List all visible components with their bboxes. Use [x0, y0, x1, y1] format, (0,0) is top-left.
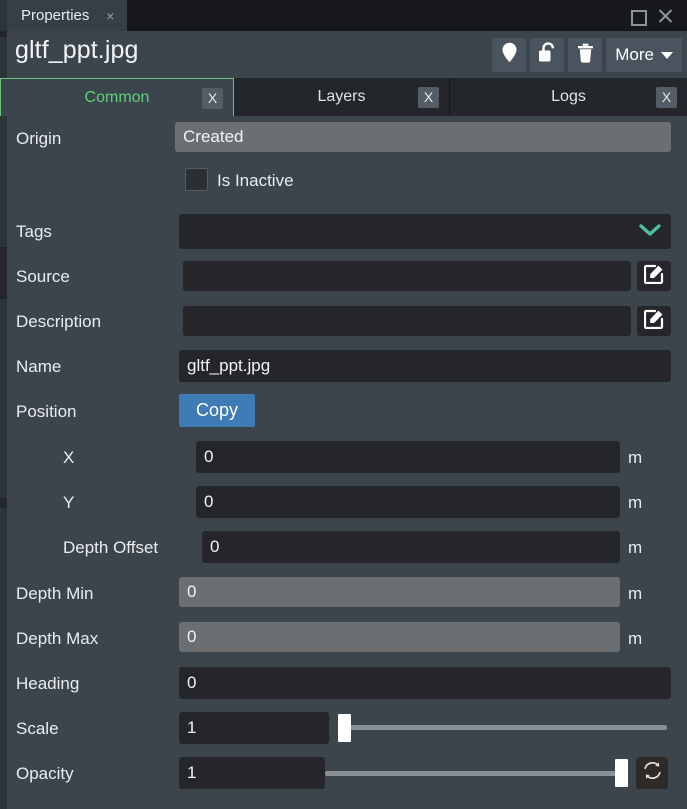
description-edit-button[interactable]	[637, 306, 671, 336]
chevron-down-icon	[639, 222, 661, 242]
trash-icon	[577, 43, 594, 68]
chevron-down-icon	[661, 51, 673, 59]
tab-common-close-icon[interactable]: X	[202, 88, 223, 109]
position-label: Position	[16, 402, 77, 421]
x-label: X	[63, 448, 75, 467]
edit-icon	[643, 309, 664, 334]
properties-panel: Properties × gltf_ppt.jpg More Common X …	[0, 0, 687, 809]
edit-icon	[643, 264, 664, 289]
common-tab-content: Origin Created Is Inactive Tags Source D…	[7, 116, 687, 809]
background-window-sliver	[0, 0, 7, 809]
depth-max-value: 0	[179, 622, 620, 652]
unlock-icon	[538, 42, 557, 68]
panel-header: gltf_ppt.jpg More	[7, 31, 687, 78]
tab-common-label: Common	[84, 88, 150, 106]
opacity-slider-track[interactable]	[325, 771, 627, 776]
depth-offset-label: Depth Offset	[63, 538, 159, 557]
tags-select[interactable]	[179, 214, 671, 249]
y-label: Y	[63, 493, 75, 512]
tab-layers[interactable]: Layers X	[234, 78, 450, 116]
tab-layers-close-icon[interactable]: X	[418, 87, 439, 108]
heading-label: Heading	[16, 674, 80, 693]
unlock-button[interactable]	[530, 38, 565, 72]
depth-min-value: 0	[179, 577, 620, 607]
page-title: gltf_ppt.jpg	[15, 36, 139, 64]
tab-strip: Common X Layers X Logs X	[0, 78, 687, 116]
origin-label: Origin	[16, 129, 62, 148]
window-tab-label: Properties	[21, 7, 90, 24]
window-titlebar: Properties ×	[7, 0, 687, 31]
opacity-label: Opacity	[16, 764, 74, 783]
is-inactive-checkbox[interactable]	[185, 168, 208, 191]
scale-input[interactable]: 1	[179, 712, 329, 744]
tab-logs-label: Logs	[551, 88, 586, 105]
source-edit-button[interactable]	[637, 261, 671, 291]
tab-logs[interactable]: Logs X	[450, 78, 687, 116]
opacity-reset-button[interactable]	[636, 757, 668, 789]
name-label: Name	[16, 357, 62, 376]
window-controls	[629, 0, 683, 31]
scale-slider-track[interactable]	[341, 725, 667, 730]
depth-offset-input[interactable]: 0	[202, 531, 620, 563]
delete-button[interactable]	[568, 38, 603, 72]
x-unit: m	[628, 448, 643, 467]
header-toolbar: More	[492, 38, 682, 72]
y-unit: m	[628, 493, 643, 512]
more-button[interactable]: More	[606, 38, 682, 72]
source-input[interactable]	[183, 261, 631, 291]
heading-input[interactable]: 0	[179, 667, 671, 699]
depth-min-label: Depth Min	[16, 584, 94, 603]
window-tab-close-icon[interactable]: ×	[103, 9, 117, 23]
depth-max-label: Depth Max	[16, 629, 99, 648]
scale-label: Scale	[16, 719, 59, 738]
tab-layers-label: Layers	[317, 88, 366, 105]
x-input[interactable]: 0	[196, 441, 620, 473]
description-label: Description	[16, 312, 102, 331]
scale-slider-handle[interactable]	[338, 714, 351, 742]
maximize-icon[interactable]	[629, 8, 647, 26]
depth-min-unit: m	[628, 584, 643, 603]
depth-max-unit: m	[628, 629, 643, 648]
description-input[interactable]	[183, 306, 631, 336]
more-button-label: More	[615, 45, 654, 64]
copy-button[interactable]: Copy	[179, 394, 255, 427]
origin-value: Created	[175, 122, 671, 152]
depth-offset-unit: m	[628, 538, 643, 557]
y-input[interactable]: 0	[196, 486, 620, 518]
tab-logs-close-icon[interactable]: X	[656, 87, 677, 108]
tab-common[interactable]: Common X	[0, 78, 234, 116]
name-input[interactable]: gltf_ppt.jpg	[179, 350, 671, 382]
source-label: Source	[16, 267, 70, 286]
close-icon[interactable]	[657, 8, 673, 24]
opacity-slider-handle[interactable]	[615, 759, 628, 787]
is-inactive-label: Is Inactive	[217, 171, 294, 190]
tags-label: Tags	[16, 222, 52, 241]
opacity-input[interactable]: 1	[179, 757, 325, 789]
window-tab-properties[interactable]: Properties ×	[7, 0, 128, 31]
refresh-icon	[642, 760, 663, 786]
pin-icon	[501, 42, 518, 68]
pin-button[interactable]	[492, 38, 527, 72]
